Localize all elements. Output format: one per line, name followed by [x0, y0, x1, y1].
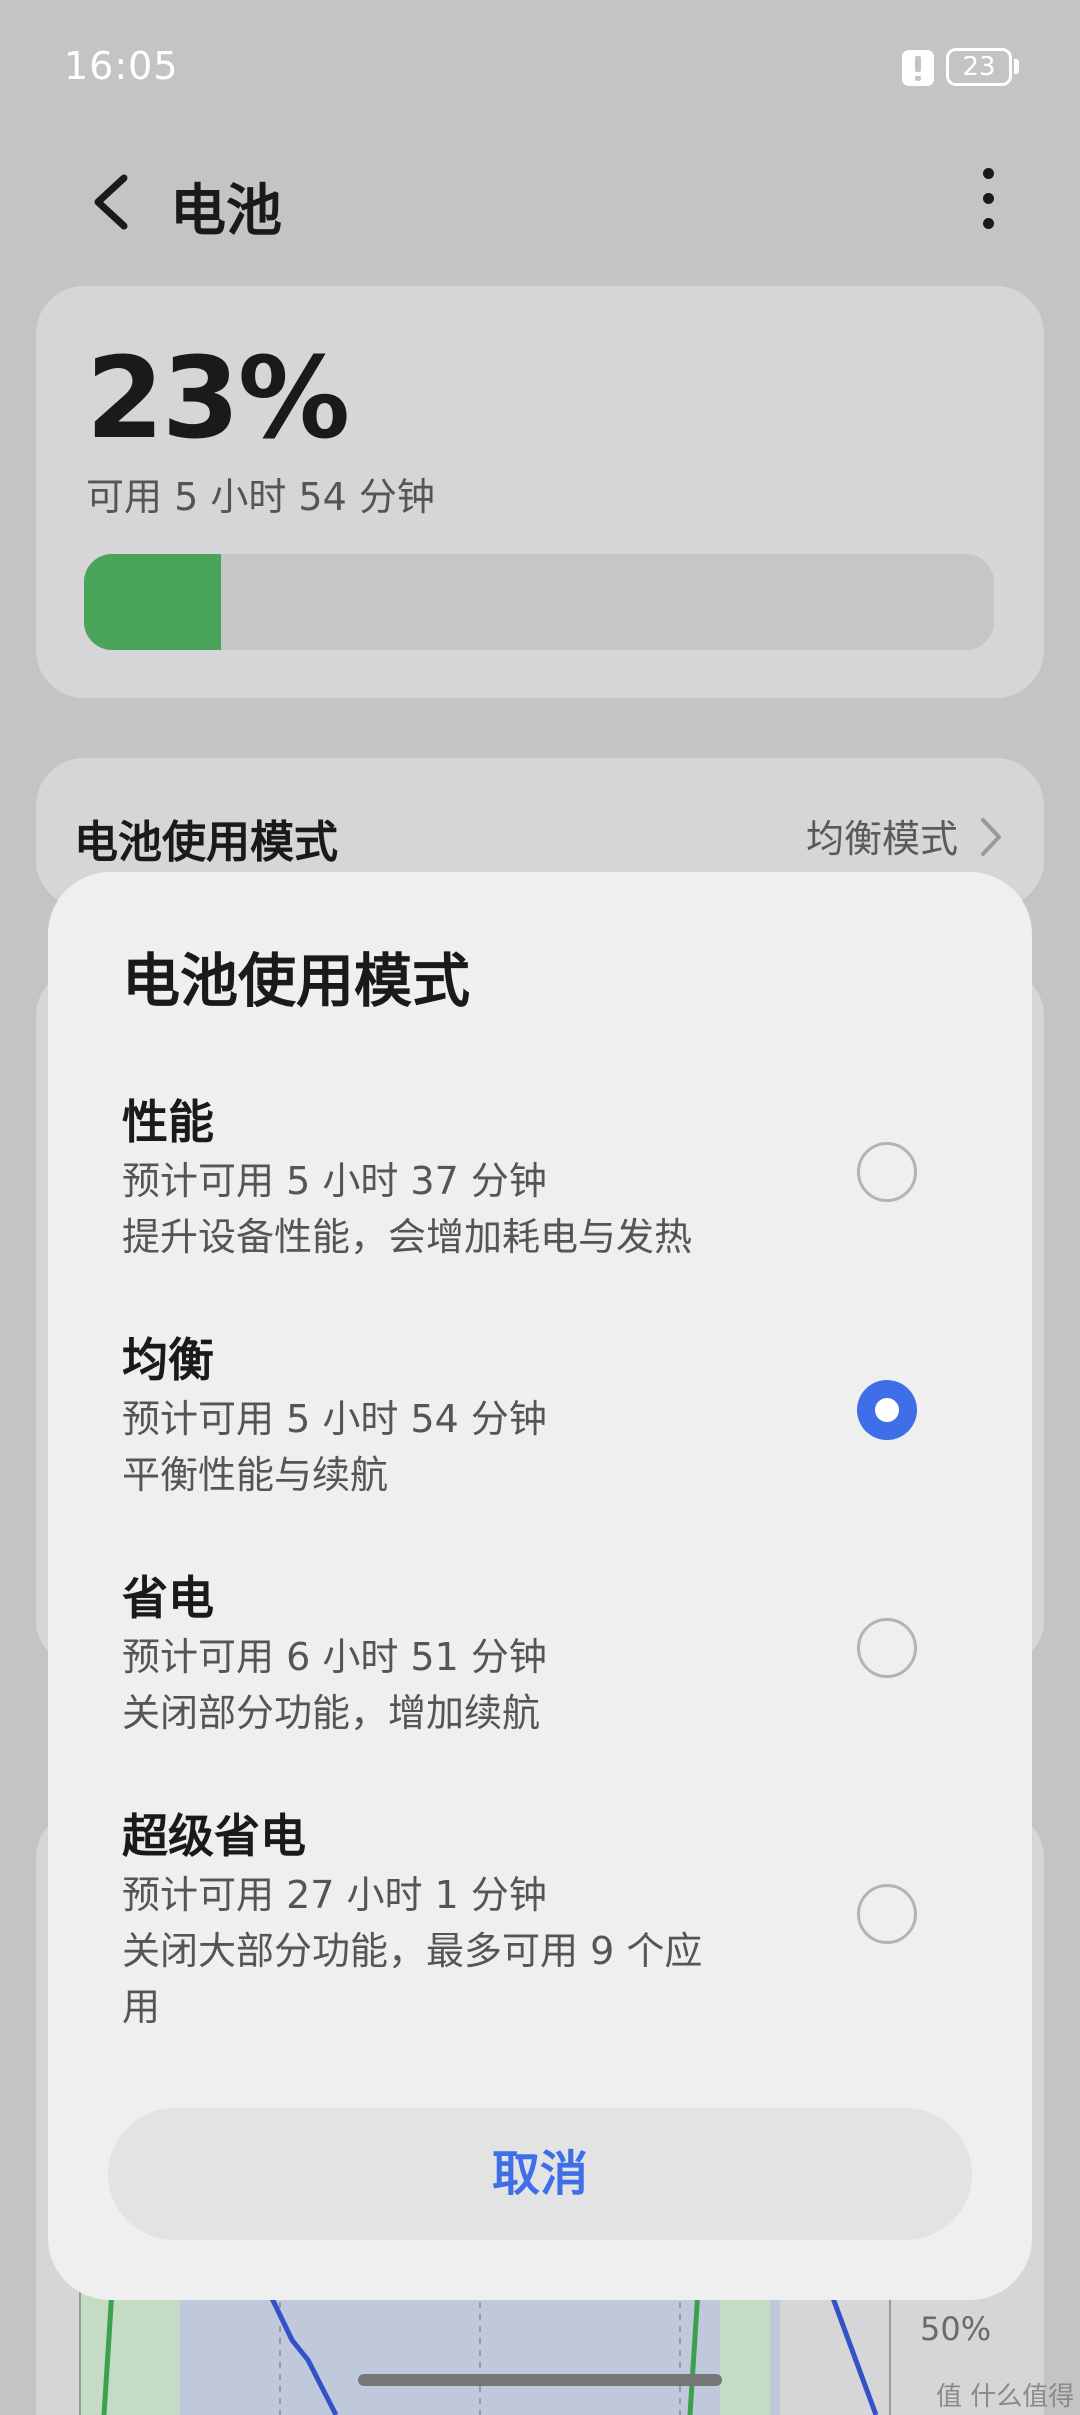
battery-mode-value: 均衡模式 [805, 817, 958, 861]
battery-summary-card: 23% 可用 5 小时 54 分钟 [36, 286, 1044, 698]
option-name: 省电 [122, 1571, 214, 1625]
option-description: 关闭大部分功能，最多可用 9 个应 [122, 1929, 703, 1973]
option-estimate: 预计可用 5 小时 37 分钟 [122, 1159, 547, 1203]
battery-remaining-time: 可用 5 小时 54 分钟 [86, 475, 435, 519]
option-description: 提升设备性能，会增加耗电与发热 [122, 1215, 693, 1259]
option-name: 均衡 [122, 1333, 214, 1387]
dialog-title: 电池使用模式 [122, 947, 471, 1015]
option-description: 平衡性能与续航 [122, 1453, 389, 1497]
radio-performance[interactable] [857, 1142, 917, 1202]
option-performance[interactable]: 性能 预计可用 5 小时 37 分钟 提升设备性能，会增加耗电与发热 [48, 1086, 1032, 1286]
battery-tip [1014, 59, 1019, 74]
option-estimate: 预计可用 6 小时 51 分钟 [122, 1635, 547, 1679]
option-description: 关闭部分功能，增加续航 [122, 1691, 541, 1735]
alert-icon [902, 50, 934, 86]
option-super-power-saving[interactable]: 超级省电 预计可用 27 小时 1 分钟 关闭大部分功能，最多可用 9 个应 用 [48, 1800, 1032, 2060]
page-title: 电池 [170, 179, 282, 244]
option-name: 超级省电 [122, 1809, 306, 1863]
cancel-button[interactable]: 取消 [108, 2108, 972, 2240]
option-description-cont: 用 [122, 1985, 161, 2029]
battery-level-bar [84, 554, 994, 650]
chart-tick-50: 50% [920, 2310, 992, 2348]
radio-balanced[interactable] [857, 1380, 917, 1440]
option-estimate: 预计可用 5 小时 54 分钟 [122, 1397, 547, 1441]
more-options-icon[interactable] [976, 168, 1000, 236]
radio-power-saving[interactable] [857, 1618, 917, 1678]
chart-discharge-line-2 [827, 2289, 879, 2415]
battery-status-icon: 23 [946, 48, 1012, 86]
radio-super-power-saving[interactable] [857, 1884, 917, 1944]
battery-settings-screen: 16:05 23 电池 23% 可用 5 小时 54 分钟 电池使用模式 均衡模… [0, 0, 1080, 2415]
status-bar: 16:05 23 [0, 0, 1080, 135]
battery-percent: 23% [86, 334, 350, 464]
status-time: 16:05 [64, 44, 179, 88]
option-estimate: 预计可用 27 小时 1 分钟 [122, 1873, 547, 1917]
option-power-saving[interactable]: 省电 预计可用 6 小时 51 分钟 关闭部分功能，增加续航 [48, 1562, 1032, 1762]
battery-mode-dialog: 电池使用模式 性能 预计可用 5 小时 37 分钟 提升设备性能，会增加耗电与发… [48, 872, 1032, 2300]
battery-mode-label: 电池使用模式 [74, 817, 338, 868]
chart-charge-band-2 [720, 2290, 770, 2415]
home-indicator[interactable] [358, 2374, 722, 2386]
chevron-right-icon [981, 818, 1001, 856]
chart-charge-band [80, 2290, 180, 2415]
option-balanced[interactable]: 均衡 预计可用 5 小时 54 分钟 平衡性能与续航 [48, 1324, 1032, 1524]
back-icon[interactable] [86, 172, 142, 232]
battery-level-fill [84, 554, 221, 650]
watermark: 值 什么值得买 [936, 2382, 1075, 2412]
option-name: 性能 [122, 1095, 214, 1149]
